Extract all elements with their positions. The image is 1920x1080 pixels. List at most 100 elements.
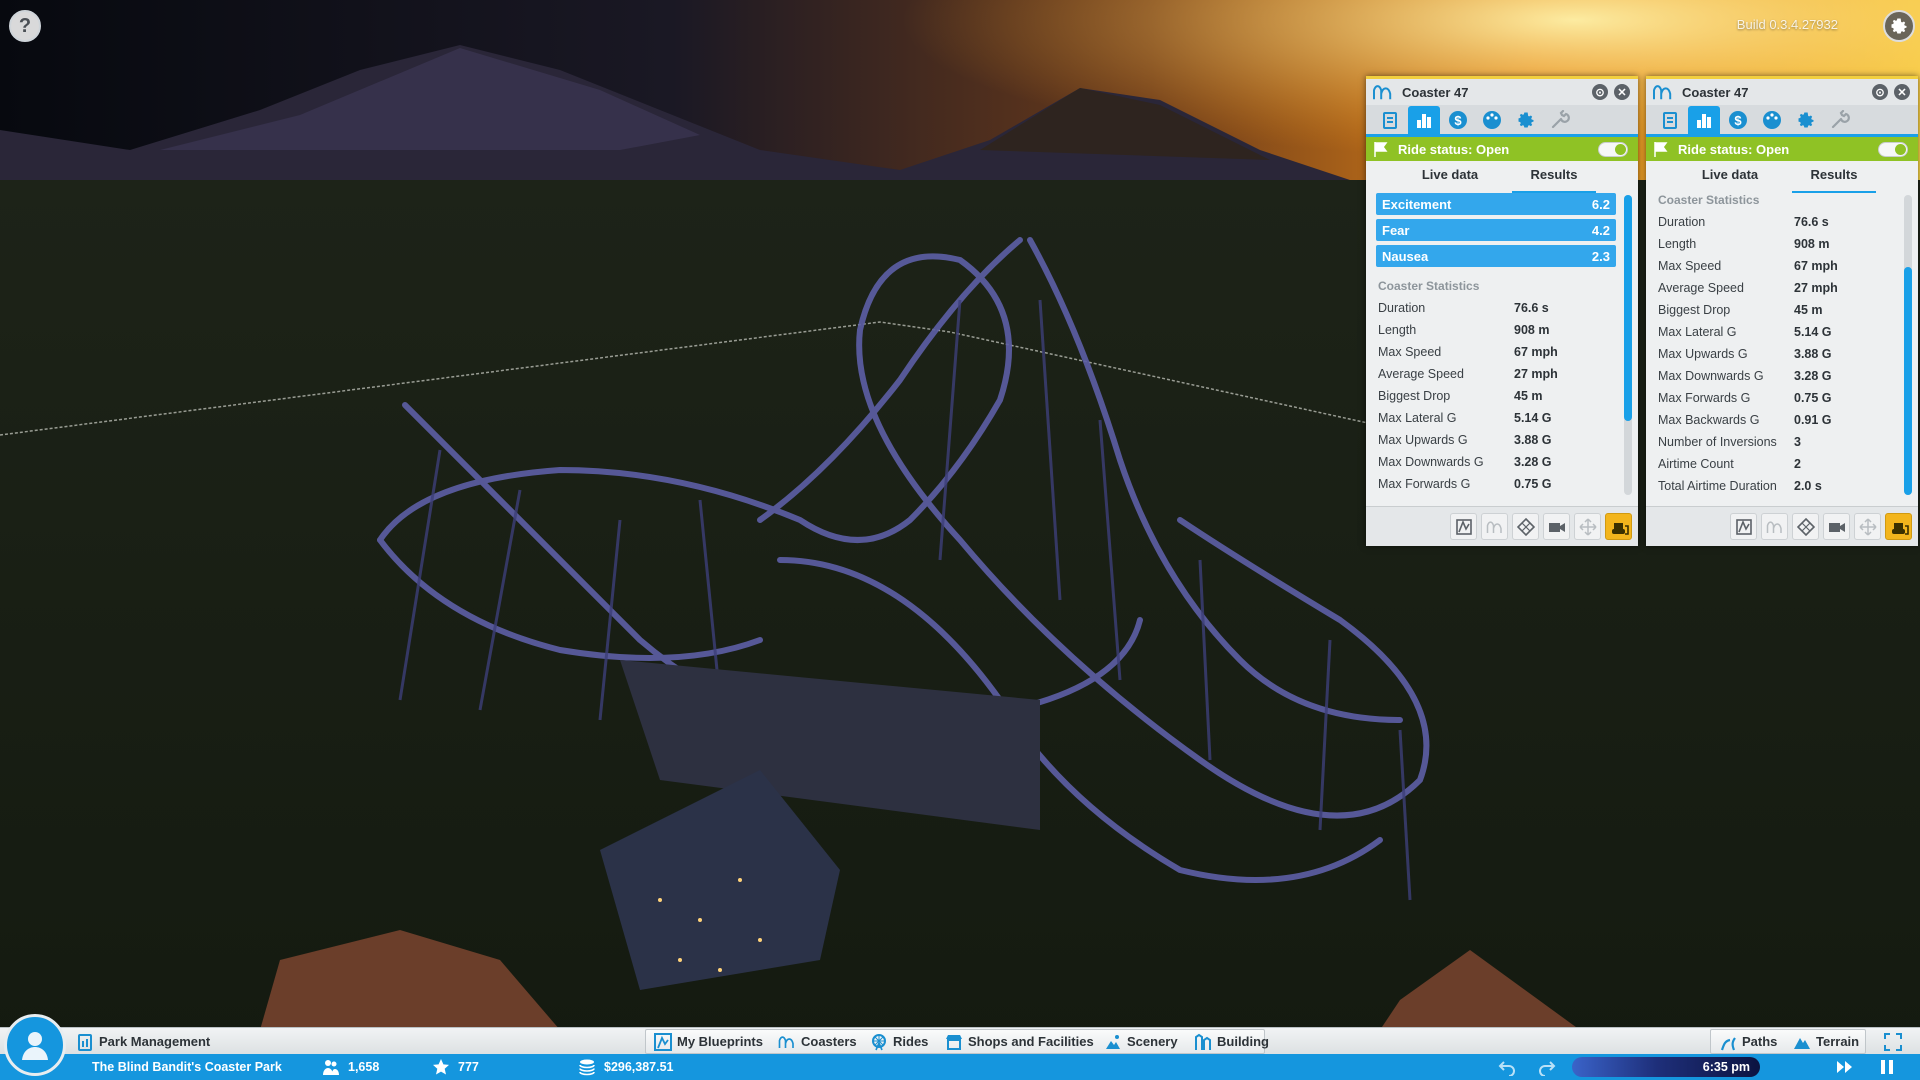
undo-button[interactable] <box>1498 1058 1516 1076</box>
panel-footer <box>1366 506 1638 546</box>
demolish-button[interactable] <box>1605 513 1632 540</box>
ride-open-toggle[interactable] <box>1598 142 1628 157</box>
stat-value: 67 mph <box>1514 345 1558 359</box>
tab-colors[interactable] <box>1476 106 1508 134</box>
stat-list: Duration 76.6 s Length 908 m Max Speed 67 mph… <box>1376 297 1616 495</box>
my-blueprints-label: My Blueprints <box>677 1034 763 1049</box>
stat-label: Max Downwards G <box>1658 369 1764 383</box>
coins-icon <box>579 1059 595 1076</box>
scrollbar[interactable] <box>1904 195 1912 495</box>
ride-status-bar: Ride status: Open <box>1646 137 1918 161</box>
stat-value: 27 mph <box>1794 281 1838 295</box>
ride-open-toggle[interactable] <box>1878 142 1908 157</box>
stat-label: Duration <box>1658 215 1706 229</box>
stat-list: Duration 76.6 s Length 908 m Max Speed 67 mph… <box>1656 211 1896 497</box>
scrollbar[interactable] <box>1624 195 1632 495</box>
tab-settings[interactable] <box>1510 106 1542 134</box>
rating-fear: Fear 4.2 <box>1376 219 1616 241</box>
stat-row: Max Speed 67 mph <box>1656 255 1896 277</box>
tab-maintenance[interactable] <box>1544 106 1576 134</box>
redo-button[interactable] <box>1538 1058 1556 1076</box>
building-label: Building <box>1217 1034 1269 1049</box>
scrollbar-thumb[interactable] <box>1624 195 1632 421</box>
move-button[interactable] <box>1854 513 1881 540</box>
move-button[interactable] <box>1574 513 1601 540</box>
track-view-button[interactable] <box>1730 513 1757 540</box>
stat-row: Max Lateral G 5.14 G <box>1376 407 1616 429</box>
grid-diamond-icon <box>1796 517 1815 536</box>
coaster-build-button[interactable] <box>1761 513 1788 540</box>
building-button[interactable]: Building <box>1188 1030 1275 1053</box>
stat-row: Airtime Count 2 <box>1656 453 1896 475</box>
park-name[interactable]: The Blind Bandit's Coaster Park <box>92 1058 282 1076</box>
pin-button[interactable]: ⊙ <box>1872 84 1888 100</box>
shop-icon <box>946 1034 962 1050</box>
stat-value: 3 <box>1794 435 1801 449</box>
park-rating[interactable]: 777 <box>432 1058 479 1076</box>
track-view-button[interactable] <box>1450 513 1477 540</box>
scenery-button[interactable]: Scenery <box>1098 1030 1184 1053</box>
rating-value: 2.3 <box>1591 248 1610 264</box>
subtab-results[interactable]: Results <box>1512 167 1596 193</box>
data-subtabs: Live data Results <box>1646 161 1918 193</box>
close-button[interactable]: ✕ <box>1894 84 1910 100</box>
ride-panel-results[interactable]: Coaster 47 ⊙ ✕ $ Ride status: Open Live … <box>1646 76 1918 546</box>
track-icon <box>1735 518 1752 535</box>
tab-info[interactable] <box>1654 106 1686 134</box>
subtab-results[interactable]: Results <box>1792 167 1876 193</box>
pattern-button[interactable] <box>1512 513 1539 540</box>
close-button[interactable]: ✕ <box>1614 84 1630 100</box>
terrain-button[interactable]: Terrain <box>1787 1030 1865 1053</box>
settings-button[interactable] <box>1883 10 1915 42</box>
help-button[interactable]: ? <box>9 10 41 42</box>
pattern-button[interactable] <box>1792 513 1819 540</box>
fast-forward-button[interactable] <box>1836 1058 1854 1076</box>
stat-label: Max Speed <box>1658 259 1722 273</box>
tab-finance[interactable]: $ <box>1442 106 1474 134</box>
tab-stats[interactable] <box>1688 106 1720 134</box>
terrain-label: Terrain <box>1816 1034 1860 1049</box>
pin-button[interactable]: ⊙ <box>1592 84 1608 100</box>
tab-colors[interactable] <box>1756 106 1788 134</box>
park-name-text: The Blind Bandit's Coaster Park <box>92 1060 282 1074</box>
stat-label: Airtime Count <box>1658 457 1734 471</box>
panel-titlebar[interactable]: Coaster 47 ⊙ ✕ <box>1646 79 1918 105</box>
my-blueprints-button[interactable]: My Blueprints <box>648 1030 769 1053</box>
stat-label: Max Forwards G <box>1658 391 1751 405</box>
ride-panel-live[interactable]: Coaster 47 ⊙ ✕ $ Ride status: Open Live … <box>1366 76 1638 546</box>
pause-button[interactable] <box>1878 1058 1896 1076</box>
park-manager-avatar[interactable] <box>4 1014 66 1076</box>
tab-maintenance[interactable] <box>1824 106 1856 134</box>
subtab-live-data[interactable]: Live data <box>1408 167 1492 193</box>
camera-button[interactable] <box>1823 513 1850 540</box>
tab-stats[interactable] <box>1408 106 1440 134</box>
grid-diamond-icon <box>1516 517 1535 536</box>
guest-count[interactable]: 1,658 <box>322 1058 379 1076</box>
park-money[interactable]: $296,387.51 <box>578 1058 674 1076</box>
park-management-button[interactable]: Park Management <box>70 1030 216 1053</box>
demolish-button[interactable] <box>1885 513 1912 540</box>
bulldozer-icon <box>1611 522 1629 535</box>
coasters-button[interactable]: Coasters <box>772 1030 863 1053</box>
ride-status-text: Ride status: Open <box>1678 141 1790 157</box>
coaster-icon <box>1766 520 1782 533</box>
scrollbar-thumb[interactable] <box>1904 267 1912 495</box>
shops-facilities-label: Shops and Facilities <box>968 1034 1094 1049</box>
camera-button[interactable] <box>1543 513 1570 540</box>
blueprint-icon <box>654 1032 672 1051</box>
fullscreen-button[interactable] <box>1878 1030 1908 1053</box>
coaster-build-button[interactable] <box>1481 513 1508 540</box>
paths-button[interactable]: Paths <box>1713 1030 1783 1053</box>
tab-settings[interactable] <box>1790 106 1822 134</box>
panel-titlebar[interactable]: Coaster 47 ⊙ ✕ <box>1366 79 1638 105</box>
subtab-live-data[interactable]: Live data <box>1688 167 1772 193</box>
time-of-day[interactable]: 6:35 pm <box>1572 1057 1760 1077</box>
stat-value: 3.28 G <box>1514 455 1552 469</box>
rides-button[interactable]: Rides <box>864 1030 934 1053</box>
tab-info[interactable] <box>1374 106 1406 134</box>
tab-finance[interactable]: $ <box>1722 106 1754 134</box>
park-money-value: $296,387.51 <box>604 1060 674 1074</box>
stat-value: 5.14 G <box>1794 325 1832 339</box>
shops-facilities-button[interactable]: Shops and Facilities <box>939 1030 1100 1053</box>
stat-value: 3.88 G <box>1514 433 1552 447</box>
